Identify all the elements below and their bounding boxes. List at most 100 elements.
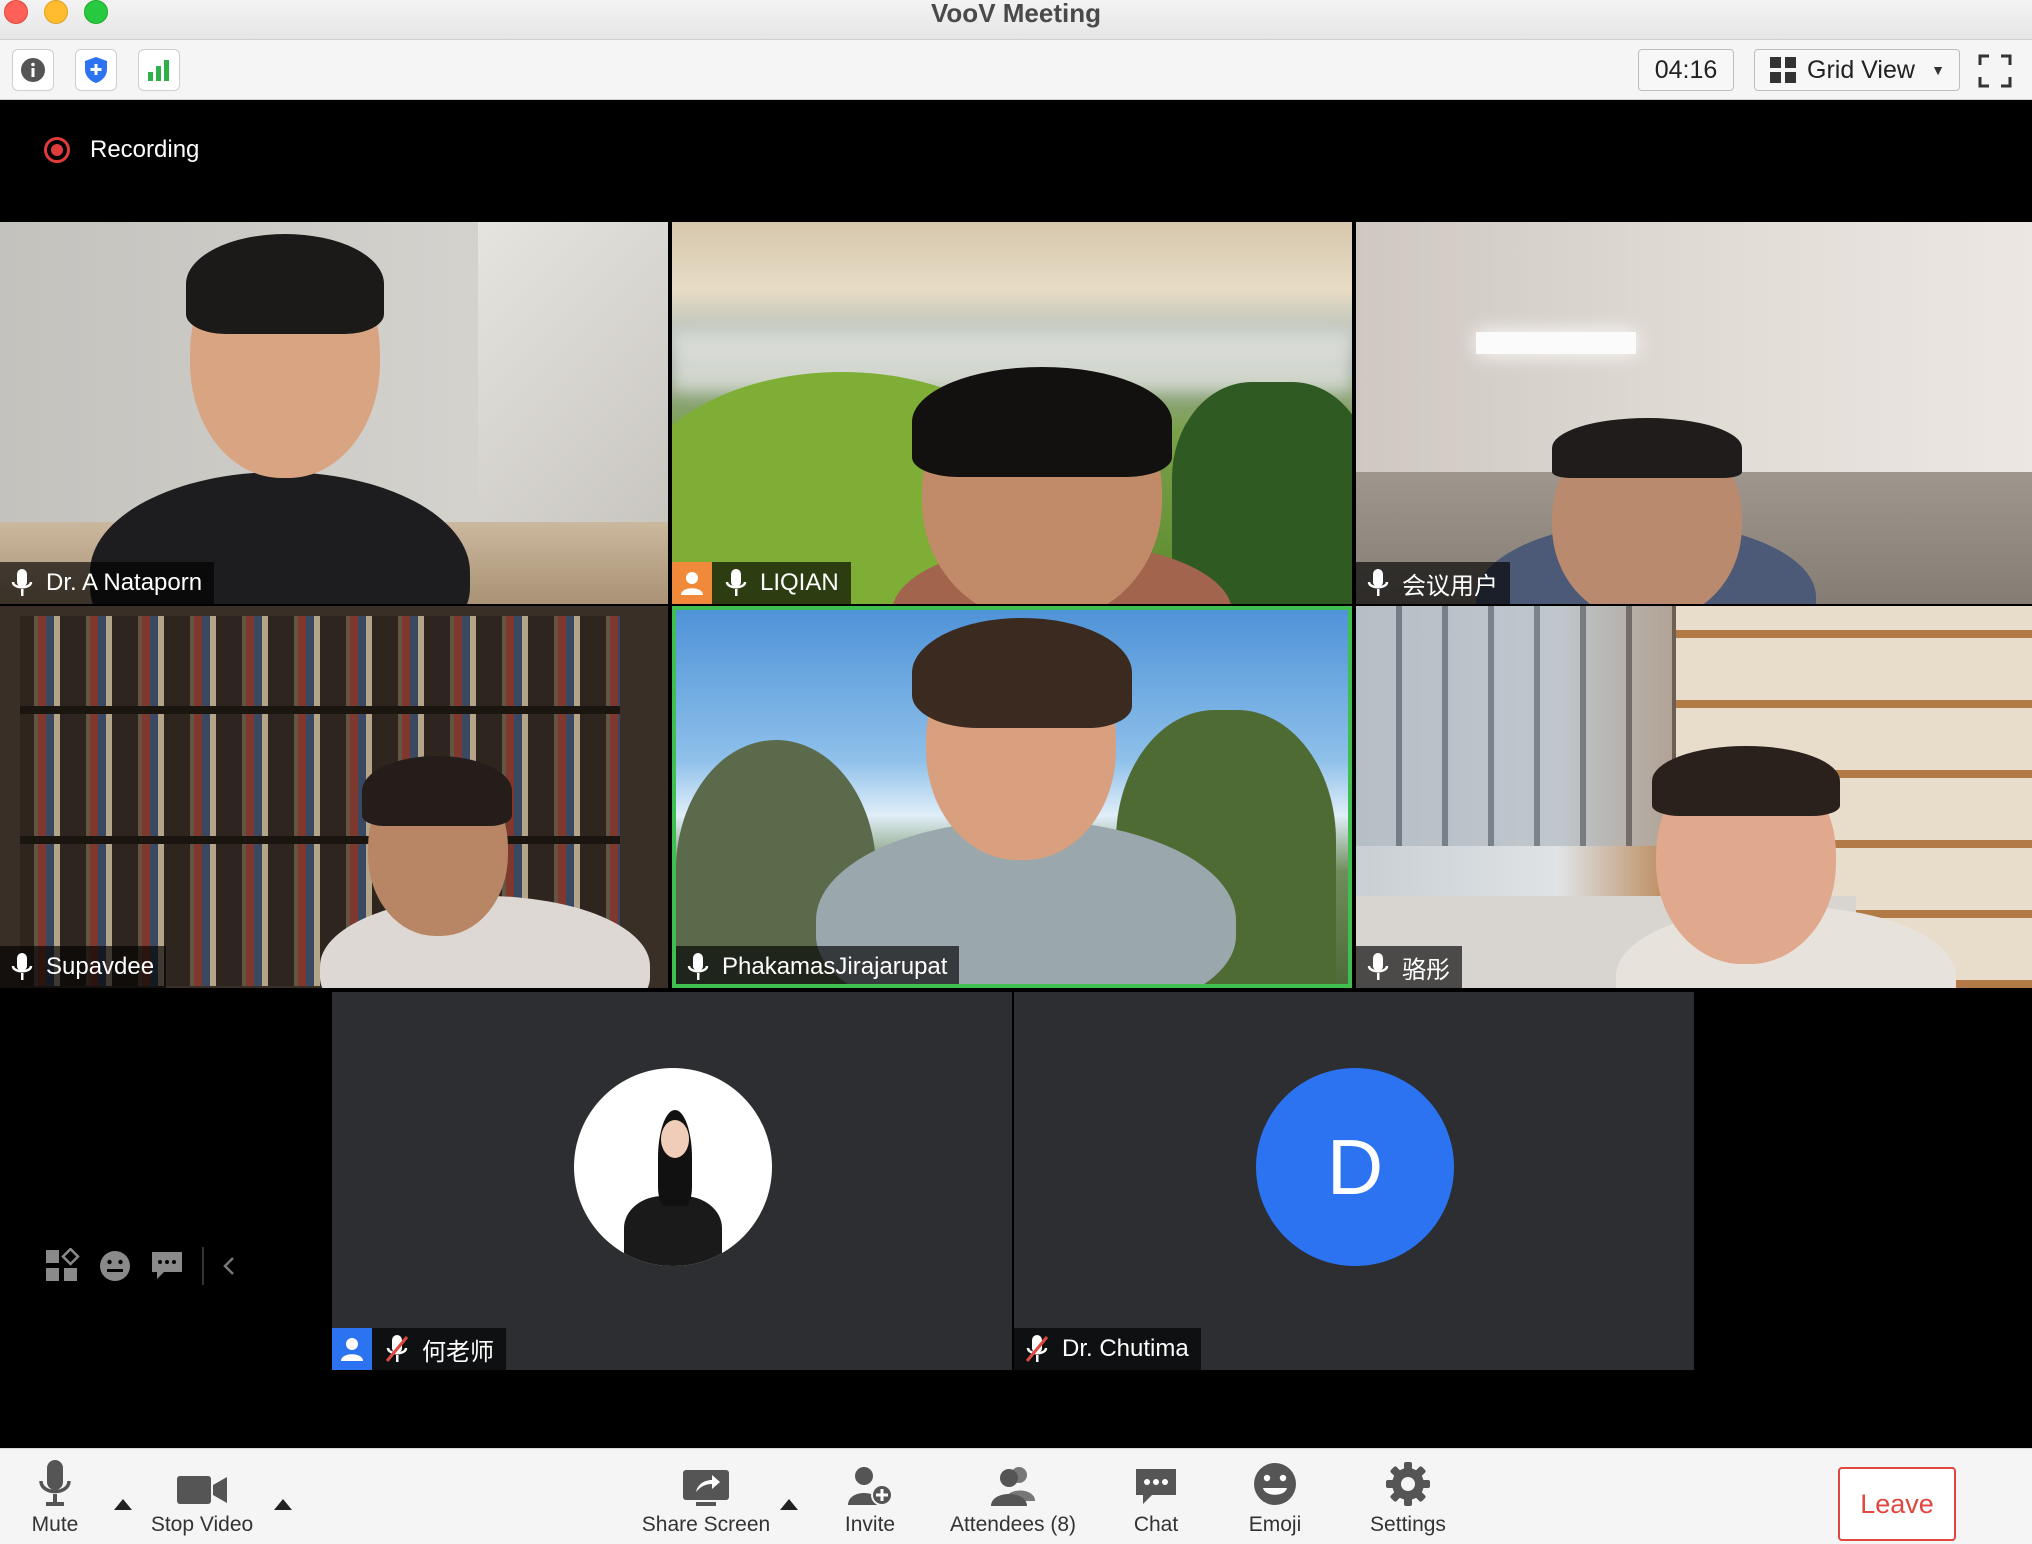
invite-label: Invite: [844, 1513, 896, 1536]
participant-name: Dr. Chutima: [1062, 1335, 1189, 1362]
chat-button[interactable]: Chat: [1128, 1449, 1184, 1544]
video-tile-participant-4[interactable]: Supavdee: [0, 606, 668, 988]
title-bar: VooV Meeting: [0, 0, 2032, 40]
emoji-label: Emoji: [1248, 1513, 1302, 1536]
meeting-info-button[interactable]: [12, 49, 54, 91]
hair: [912, 367, 1172, 477]
audio-options-caret[interactable]: [114, 1499, 132, 1510]
microphone-icon: [39, 1460, 71, 1506]
participant-name-tag: 会议用户: [1356, 562, 1510, 604]
top-toolbar: 04:16 Grid View ▼: [0, 40, 2032, 100]
divider: [202, 1247, 204, 1285]
settings-button[interactable]: Settings: [1366, 1449, 1450, 1544]
host-badge: [672, 562, 712, 604]
emoji-icon[interactable]: [98, 1249, 132, 1283]
hair: [1552, 418, 1742, 478]
microphone-icon: [1367, 569, 1389, 596]
attendees-button[interactable]: Attendees (8): [948, 1449, 1078, 1544]
window: [1356, 606, 1676, 846]
participant-name-tag: Supavdee: [0, 946, 167, 988]
participant-name-tag: 何老师: [332, 1328, 506, 1370]
share-screen-icon: [683, 1470, 729, 1506]
avatar-face: [661, 1120, 689, 1158]
person-icon: [681, 572, 703, 595]
video-tile-participant-1[interactable]: Dr. A Nataporn: [0, 222, 668, 604]
video-tile-participant-7[interactable]: 何老师: [332, 992, 1012, 1370]
emoji-icon: [1254, 1463, 1296, 1505]
view-mode-dropdown[interactable]: Grid View ▼: [1754, 49, 1960, 91]
chevron-left-icon[interactable]: [222, 1255, 236, 1277]
record-dot-icon: [44, 137, 70, 163]
microphone-icon: [1367, 953, 1389, 980]
participant-name-tag: PhakamasJirajarupat: [676, 946, 960, 984]
shelf: [20, 836, 620, 844]
view-mode-label: Grid View: [1807, 55, 1915, 84]
participant-name: LIQIAN: [760, 569, 839, 596]
ceiling-light: [1476, 332, 1636, 354]
participant-name: Supavdee: [46, 953, 155, 980]
share-screen-button[interactable]: Share Screen: [640, 1449, 772, 1544]
apps-grid-icon[interactable]: [44, 1248, 80, 1284]
participant-name-tag: 骆彤: [1356, 946, 1462, 988]
invite-button[interactable]: Invite: [840, 1449, 900, 1544]
info-icon: [21, 58, 45, 82]
mute-button[interactable]: Mute: [22, 1449, 88, 1544]
microphone-icon: [725, 569, 747, 596]
security-button[interactable]: [75, 49, 117, 91]
emoji-button[interactable]: Emoji: [1246, 1449, 1304, 1544]
video-tile-participant-6[interactable]: 骆彤: [1356, 606, 2032, 988]
microphone-icon: [687, 953, 709, 980]
settings-label: Settings: [1370, 1513, 1446, 1536]
mute-label: Mute: [31, 1513, 79, 1536]
microphone-muted-icon: [1025, 1335, 1049, 1362]
microphone-icon: [11, 569, 33, 596]
window-title: VooV Meeting: [931, 0, 1101, 28]
fullscreen-icon[interactable]: [1978, 54, 2012, 88]
stop-video-label: Stop Video: [150, 1513, 254, 1536]
stop-video-button[interactable]: Stop Video: [146, 1449, 258, 1544]
wall-panel: [478, 222, 668, 522]
attendees-icon: [991, 1467, 1035, 1506]
meeting-controls-bar: Mute Stop Video Share Screen Invite Atte…: [0, 1448, 2032, 1544]
chat-label: Chat: [1133, 1513, 1179, 1536]
cohost-badge: [332, 1328, 372, 1370]
chat-bubble-icon: [1136, 1469, 1176, 1504]
video-options-caret[interactable]: [274, 1499, 292, 1510]
video-tile-participant-3[interactable]: 会议用户: [1356, 222, 2032, 604]
chevron-down-icon: ▼: [1931, 62, 1945, 78]
participant-name: PhakamasJirajarupat: [722, 953, 948, 980]
hair: [362, 756, 512, 826]
leave-button[interactable]: Leave: [1838, 1467, 1956, 1541]
signal-bars-icon: [148, 60, 169, 81]
microphone-muted-icon: [385, 1335, 409, 1362]
hair: [912, 618, 1132, 728]
video-tile-participant-5-active-speaker[interactable]: PhakamasJirajarupat: [672, 606, 1352, 988]
share-options-caret[interactable]: [780, 1499, 798, 1510]
microphone-icon: [11, 953, 33, 980]
participant-name-tag: Dr. A Nataporn: [0, 562, 215, 604]
grid-icon: [1770, 57, 1796, 83]
person-icon: [341, 1338, 363, 1361]
chat-bubble-icon[interactable]: [150, 1250, 184, 1282]
meeting-timer: 04:16: [1638, 49, 1734, 91]
participant-name: 骆彤: [1402, 956, 1450, 984]
participant-name-tag: LIQIAN: [672, 562, 851, 604]
video-tile-participant-8[interactable]: D Dr. Chutima: [1014, 992, 1694, 1370]
floating-side-toolbar: [44, 1247, 236, 1285]
participant-name: Dr. A Nataporn: [46, 569, 203, 596]
shelf: [20, 706, 620, 714]
network-stats-button[interactable]: [138, 49, 180, 91]
hair: [186, 234, 384, 334]
add-person-icon: [848, 1467, 893, 1506]
participant-name-tag: Dr. Chutima: [1014, 1328, 1201, 1370]
avatar: [574, 1068, 772, 1266]
shield-icon: [85, 57, 107, 83]
participant-name: 何老师: [422, 1338, 494, 1366]
recording-indicator: Recording: [44, 136, 199, 164]
share-screen-label: Share Screen: [641, 1513, 771, 1536]
avatar-body: [624, 1196, 722, 1266]
recording-label: Recording: [90, 136, 200, 163]
video-camera-icon: [177, 1476, 227, 1504]
video-tile-participant-2[interactable]: LIQIAN: [672, 222, 1352, 604]
attendees-label: Attendees (8): [949, 1513, 1077, 1536]
